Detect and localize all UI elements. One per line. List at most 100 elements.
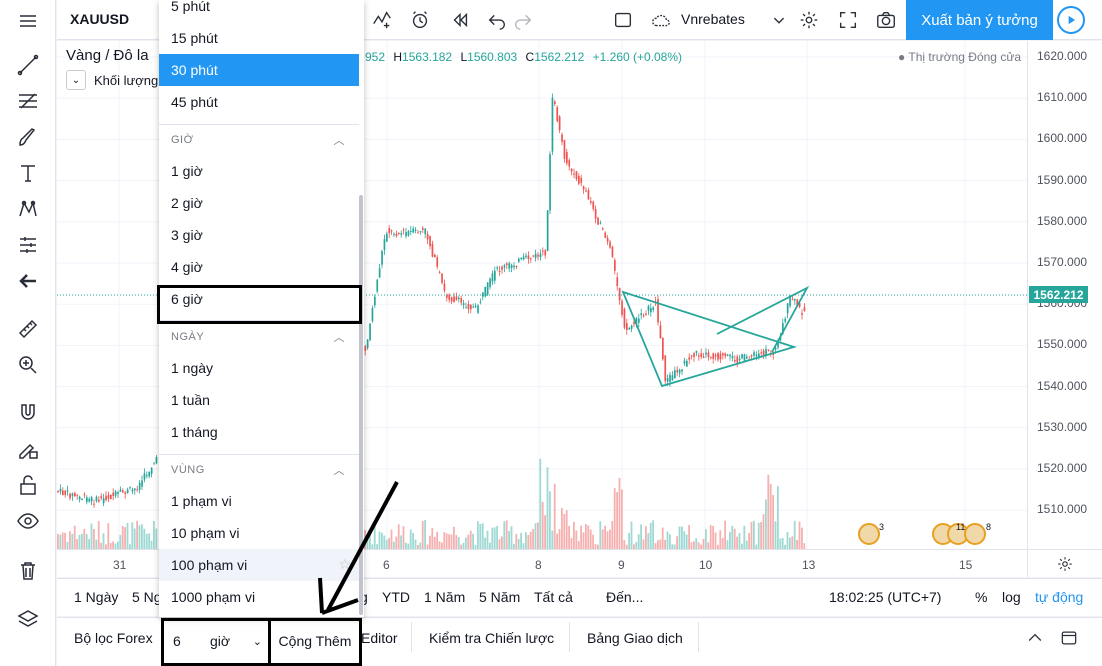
trash-icon[interactable] bbox=[12, 556, 44, 586]
auto-scale-toggle[interactable]: tự động bbox=[1035, 589, 1083, 605]
time-tick: 15 bbox=[959, 558, 973, 572]
fullscreen-icon[interactable] bbox=[834, 6, 862, 34]
symbol-search[interactable]: XAUUSD bbox=[70, 11, 129, 27]
drawing-toolbar bbox=[0, 0, 56, 666]
goto-date[interactable]: Đến... bbox=[606, 589, 643, 605]
lock-icon[interactable] bbox=[12, 470, 44, 500]
tab-strategy-tester[interactable]: Kiểm tra Chiến lược bbox=[429, 630, 554, 646]
event-badges: 3 11 8 bbox=[858, 522, 991, 545]
ohlc-values: 952 H1563.182 L1560.803 C1562.212 +1.260… bbox=[365, 50, 682, 64]
interval-item[interactable]: 1 ngày bbox=[159, 352, 359, 384]
interval-item[interactable]: 45 phút bbox=[159, 86, 359, 118]
trading-app: XAUUSD Vnrebates Xuất bản ý tưởng 3 11 8… bbox=[0, 0, 1102, 666]
text-icon[interactable] bbox=[12, 158, 44, 188]
replay-icon[interactable] bbox=[446, 6, 474, 34]
range-1d[interactable]: 1 Ngày bbox=[74, 589, 118, 605]
brush-icon[interactable] bbox=[12, 122, 44, 152]
tab-editor[interactable]: Editor bbox=[361, 630, 398, 646]
interval-item[interactable]: 5 phút bbox=[159, 0, 359, 22]
zoom-in-icon[interactable] bbox=[12, 350, 44, 380]
indicators-icon[interactable] bbox=[368, 6, 396, 34]
percent-toggle[interactable]: % bbox=[975, 589, 987, 605]
axis-settings-icon[interactable] bbox=[1027, 549, 1102, 577]
chevron-up-icon: ︿ bbox=[333, 332, 345, 344]
market-status-text: Thị trường Đóng cửa bbox=[908, 50, 1022, 64]
range-all[interactable]: Tất cả bbox=[534, 589, 573, 605]
divider bbox=[159, 454, 359, 455]
trend-line-icon[interactable] bbox=[12, 50, 44, 80]
price-tick: 1550.000 bbox=[1037, 337, 1088, 352]
chevron-down-icon[interactable] bbox=[765, 6, 793, 34]
price-tick: 1520.000 bbox=[1037, 461, 1088, 475]
price-tick: 1600.000 bbox=[1037, 131, 1088, 146]
section-header-days[interactable]: NGÀY ︿ bbox=[159, 323, 359, 351]
price-tick: 1510.000 bbox=[1037, 502, 1088, 517]
divider bbox=[569, 622, 570, 652]
interval-item[interactable]: 4 giờ bbox=[159, 251, 359, 283]
annotation-box bbox=[157, 285, 362, 324]
range-5d[interactable]: 5 Ng bbox=[132, 589, 162, 605]
interval-item[interactable]: 1 giờ bbox=[159, 155, 359, 187]
interval-item[interactable]: 1 tuần bbox=[159, 384, 359, 416]
close-label: C bbox=[525, 50, 535, 64]
eye-icon[interactable] bbox=[12, 506, 44, 536]
time-tick: 31 bbox=[113, 558, 127, 572]
change-value: +1.260 (+0.08%) bbox=[592, 50, 683, 64]
tab-trading-panel[interactable]: Bảng Giao dịch bbox=[587, 630, 683, 646]
event-count: 8 bbox=[986, 522, 991, 532]
section-header-label: NGÀY bbox=[171, 331, 205, 343]
price-tick: 1540.000 bbox=[1037, 378, 1088, 393]
log-toggle[interactable]: log bbox=[1002, 589, 1021, 605]
chevron-down-icon[interactable]: ⌄ bbox=[66, 70, 86, 90]
cloud-icon[interactable] bbox=[647, 6, 675, 34]
fib-retracement-icon[interactable] bbox=[12, 86, 44, 116]
price-tick: 1620.000 bbox=[1037, 49, 1088, 63]
fullscreen-box-icon[interactable] bbox=[609, 6, 637, 34]
time-tick: 8 bbox=[535, 558, 542, 572]
layout-name[interactable]: Vnrebates bbox=[681, 11, 745, 27]
time-tick: 9 bbox=[618, 558, 625, 572]
triangle-drawing bbox=[621, 285, 810, 388]
alert-clock-icon[interactable] bbox=[406, 6, 434, 34]
pattern-icon[interactable] bbox=[12, 194, 44, 224]
ruler-icon[interactable] bbox=[12, 314, 44, 344]
prediction-icon[interactable] bbox=[12, 230, 44, 260]
volume-label: Khối lượng bbox=[94, 73, 159, 88]
interval-item[interactable]: 15 phút bbox=[159, 22, 359, 54]
divider bbox=[698, 622, 699, 652]
clock[interactable]: 18:02:25 (UTC+7) bbox=[829, 589, 941, 605]
chevron-up-icon[interactable] bbox=[1025, 628, 1045, 653]
price-tick: 1590.000 bbox=[1037, 172, 1088, 187]
interval-item-selected[interactable]: 30 phút bbox=[159, 54, 359, 86]
legend-title: Vàng / Đô la bbox=[66, 47, 149, 64]
lock-drawing-icon[interactable] bbox=[12, 434, 44, 464]
annotation-box bbox=[268, 618, 362, 666]
event-count: 11 bbox=[956, 522, 965, 532]
redo-icon[interactable] bbox=[509, 6, 537, 34]
section-header-hours[interactable]: GIỜ ︿ bbox=[159, 126, 359, 154]
interval-item[interactable]: 2 giờ bbox=[159, 187, 359, 219]
menu-icon[interactable] bbox=[12, 6, 44, 36]
time-tick: 10 bbox=[699, 558, 713, 572]
interval-item[interactable]: 3 giờ bbox=[159, 219, 359, 251]
undo-icon[interactable] bbox=[483, 6, 511, 34]
divider bbox=[159, 124, 359, 125]
camera-icon[interactable] bbox=[872, 6, 900, 34]
gear-icon[interactable] bbox=[795, 6, 823, 34]
play-icon[interactable] bbox=[1057, 6, 1085, 34]
back-arrow-icon[interactable] bbox=[12, 266, 44, 296]
magnet-icon[interactable] bbox=[12, 398, 44, 428]
price-tick: 1610.000 bbox=[1037, 90, 1088, 105]
layers-icon[interactable] bbox=[12, 604, 44, 634]
range-5y[interactable]: 5 Năm bbox=[479, 589, 520, 605]
tab-forex-screener[interactable]: Bộ lọc Forex bbox=[74, 630, 153, 646]
high-value: 1563.182 bbox=[402, 50, 453, 64]
last-price-label: 1562.212 bbox=[1029, 286, 1088, 303]
divider bbox=[411, 622, 412, 652]
interval-item[interactable]: 1 tháng bbox=[159, 416, 359, 448]
publish-idea-button[interactable]: Xuất bản ý tưởng bbox=[906, 0, 1053, 40]
annotation-box bbox=[161, 618, 271, 666]
range-1y[interactable]: 1 Năm bbox=[424, 589, 465, 605]
low-value: 1560.803 bbox=[467, 50, 518, 64]
maximize-panel-icon[interactable] bbox=[1059, 628, 1079, 653]
